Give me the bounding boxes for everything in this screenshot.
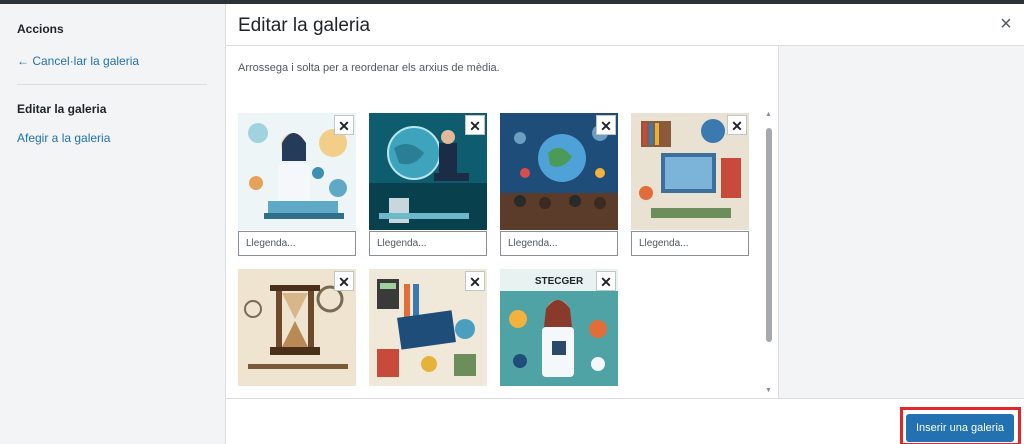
- gallery-item[interactable]: STECGER ✕: [500, 269, 618, 398]
- scroll-up-icon[interactable]: ▲: [765, 111, 772, 118]
- content-scrollbar[interactable]: ▲ ▼: [763, 111, 775, 396]
- media-modal: Accions ← Cancel·lar la galeria Editar l…: [0, 4, 1024, 444]
- caption-input[interactable]: Llegenda...: [631, 231, 749, 256]
- image-text: STECGER: [535, 276, 584, 287]
- remove-image-button[interactable]: ✕: [596, 115, 616, 135]
- sidebar-item-add-to-gallery[interactable]: Afegir a la galeria: [17, 131, 110, 145]
- sidebar-divider: [17, 84, 207, 85]
- modal-footer: Inserir una galeria: [226, 398, 1024, 444]
- gallery-item[interactable]: ✕: [369, 269, 487, 398]
- remove-image-button[interactable]: ✕: [465, 115, 485, 135]
- caption-input[interactable]: Llegenda...: [238, 231, 356, 256]
- remove-image-button[interactable]: ✕: [596, 271, 616, 291]
- modal-title: Editar la galeria: [238, 15, 371, 36]
- gallery-content: Arrossega i solta per a reordenar els ar…: [227, 46, 779, 398]
- caption-input[interactable]: Llegenda...: [500, 231, 618, 256]
- close-icon[interactable]: ×: [996, 14, 1016, 34]
- gallery-item[interactable]: ✕: [238, 269, 356, 398]
- remove-image-button[interactable]: ✕: [334, 115, 354, 135]
- highlight-box: [900, 407, 1021, 444]
- actions-sidebar: Accions ← Cancel·lar la galeria Editar l…: [0, 4, 226, 444]
- remove-image-button[interactable]: ✕: [334, 271, 354, 291]
- attachment-details-sidebar: [778, 46, 1024, 398]
- cancel-gallery-link[interactable]: ← Cancel·lar la galeria: [17, 54, 139, 68]
- remove-image-button[interactable]: ✕: [727, 115, 747, 135]
- sidebar-heading: Accions: [17, 22, 64, 36]
- gallery-item[interactable]: ✕ Llegenda...: [238, 113, 356, 257]
- sidebar-item-edit-gallery[interactable]: Editar la galeria: [17, 102, 106, 116]
- gallery-item[interactable]: ✕ Llegenda...: [500, 113, 618, 257]
- scroll-down-icon[interactable]: ▼: [765, 387, 772, 394]
- caption-input[interactable]: Llegenda...: [369, 231, 487, 256]
- instructions-text: Arrossega i solta per a reordenar els ar…: [238, 62, 500, 74]
- remove-image-button[interactable]: ✕: [465, 271, 485, 291]
- scrollbar-thumb[interactable]: [766, 128, 772, 342]
- gallery-item[interactable]: ✕ Llegenda...: [369, 113, 487, 257]
- gallery-item[interactable]: ✕ Llegenda...: [631, 113, 749, 257]
